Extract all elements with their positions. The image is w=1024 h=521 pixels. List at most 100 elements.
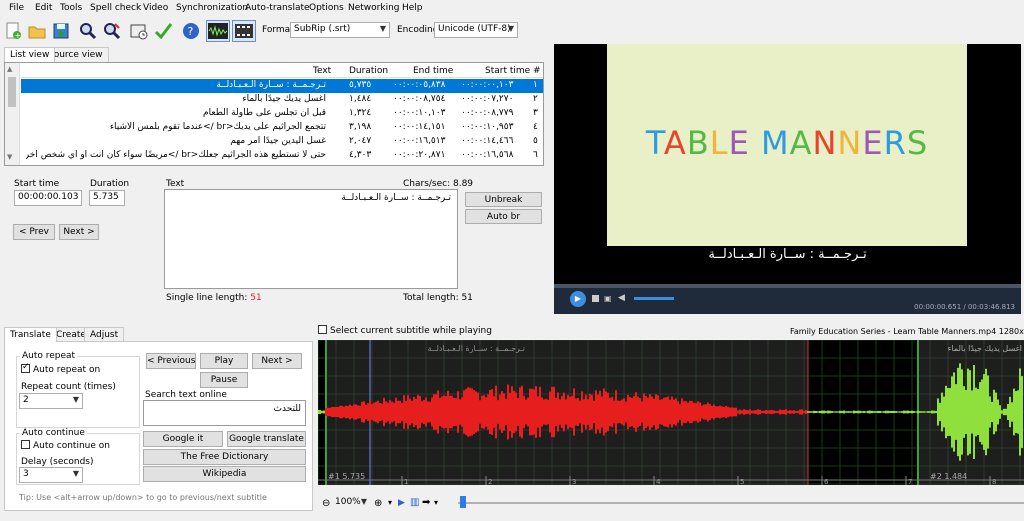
menu-help[interactable]: Help <box>402 3 423 13</box>
zoom-in-icon[interactable]: ⊕ <box>374 498 382 509</box>
free-dictionary-button[interactable]: The Free Dictionary <box>143 449 306 465</box>
format-select[interactable]: SubRip (.srt) ▼ <box>290 22 390 38</box>
row-number: ٢ <box>533 94 538 104</box>
table-row[interactable]: تتجمع الجراثيم على يديك<br />عندما تقوم … <box>21 121 543 135</box>
zoom-out-icon[interactable]: ⊖ <box>322 498 330 509</box>
grid-icon[interactable]: ▥ <box>410 497 419 508</box>
text-label: Text <box>166 179 185 189</box>
spell-check-icon[interactable] <box>152 20 174 42</box>
auto-repeat-label: Auto repeat <box>20 351 78 361</box>
save-icon[interactable] <box>50 20 72 42</box>
table-row[interactable]: قبل أن تجلس على طاولة الطعام ١,٣٢٤ ٠٠:٠٠:١… <box>21 107 543 121</box>
video-subtitle: تـرجـمــة : ســارة الـعـبـادلــة <box>708 247 867 262</box>
new-file-icon[interactable]: + <box>2 20 24 42</box>
header-number[interactable]: # <box>533 66 541 76</box>
list-scrollbar[interactable]: ▲ ▼ <box>5 63 20 165</box>
help-icon[interactable]: ? <box>180 20 202 42</box>
waveform-toggle-icon[interactable] <box>206 20 230 42</box>
table-row[interactable]: غسل اليدين جيدًا أمر مهم ٢,٠٤٧ ٠٠:٠٠:١٦,٥١… <box>21 135 543 149</box>
row-number: ١ <box>533 80 538 90</box>
play-icon[interactable]: ▶ <box>570 291 586 307</box>
editor-text: تـرجـمــة : ســارة الـعـبـادلــة <box>341 193 451 203</box>
insert-subtitle-icon[interactable]: ➡ <box>422 497 430 508</box>
repeat-count-select[interactable]: 2 ▼ <box>19 393 83 409</box>
scroll-up-icon[interactable]: ▲ <box>7 65 17 73</box>
header-text[interactable]: Text <box>313 66 331 76</box>
menu-spell-check[interactable]: Spell check <box>90 3 141 13</box>
open-folder-icon[interactable] <box>26 20 48 42</box>
volume-slider[interactable] <box>634 297 674 300</box>
header-end-time[interactable]: End time <box>413 66 453 76</box>
video-file-info: Family Education Series - Learn Table Ma… <box>790 327 1024 336</box>
next-button[interactable]: Next > <box>59 224 99 240</box>
video-player[interactable]: TABLE MANNERS تـرجـمــة : ســارة الـعـبـ… <box>554 44 1021 314</box>
menu-tools[interactable]: Tools <box>60 3 82 13</box>
row-start-time: ٠٠:٠٠:١٠,٩٥٣ <box>461 122 514 132</box>
fullscreen-icon[interactable]: ▣ <box>604 294 614 303</box>
visual-sync-icon[interactable] <box>128 20 150 42</box>
menu-file[interactable]: File <box>9 3 24 13</box>
title-letter: N <box>837 124 863 162</box>
zoom-select[interactable]: 100% ▼ <box>332 496 370 511</box>
menu-video[interactable]: Video <box>143 3 168 13</box>
zoom-dropdown-icon[interactable]: ▾ <box>388 498 392 507</box>
tab-list-view[interactable]: List view <box>4 47 56 62</box>
unbreak-button[interactable]: Unbreak <box>465 192 542 207</box>
svg-text:?: ? <box>188 25 194 38</box>
delay-select[interactable]: 3 ▼ <box>19 467 83 483</box>
wikipedia-button[interactable]: Wikipedia <box>143 466 306 482</box>
insert-dropdown-icon[interactable]: ▾ <box>434 498 438 507</box>
row-end-time: ٠٠:٠٠:١٠,١٠٣ <box>393 108 446 118</box>
table-row[interactable]: تـرجـمــة : ســارة الـعـبـادلــة ٥,٧٣٥ ٠٠:… <box>21 79 543 93</box>
table-row[interactable]: حتى لا تستطيع هذه الجراثيم جعلك<br />مري… <box>21 149 543 163</box>
find-icon[interactable] <box>77 20 99 42</box>
menu-options[interactable]: Options <box>309 3 344 13</box>
select-current-checkbox[interactable]: Select current subtitle while playing <box>318 325 492 336</box>
pause-button[interactable]: Pause <box>200 372 248 388</box>
tab-translate[interactable]: Translate <box>4 327 57 342</box>
waveform-position-track[interactable] <box>458 502 1024 504</box>
menu-edit[interactable]: Edit <box>35 3 52 13</box>
next-button-translate[interactable]: Next > <box>252 353 302 369</box>
header-duration[interactable]: Duration <box>349 66 388 76</box>
prev-button[interactable]: < Prev <box>13 224 55 240</box>
subtitle-list[interactable]: ▲ ▼ Text Duration End time Start time # … <box>4 62 544 166</box>
table-row[interactable]: اغسل يديك جيدًا بالماء ١,٤٨٤ ٠٠:٠٠:٠٨,٧٥٤ ٠… <box>21 93 543 107</box>
duration-field[interactable]: 5.735 <box>89 190 125 206</box>
video-toggle-icon[interactable] <box>232 20 256 42</box>
menu-networking[interactable]: Networking <box>348 3 400 13</box>
menu-auto-translate[interactable]: Auto-translate <box>245 3 310 13</box>
volume-icon[interactable]: ◀ <box>618 293 630 303</box>
search-text-label: Search text online <box>145 390 227 400</box>
replace-icon[interactable] <box>101 20 123 42</box>
scroll-down-icon[interactable]: ▼ <box>7 153 17 161</box>
title-letter: T <box>645 124 664 162</box>
video-seek-bar[interactable] <box>554 284 1021 288</box>
google-translate-button[interactable]: Google translate <box>227 431 306 447</box>
chevron-down-icon: ▼ <box>379 24 386 33</box>
auto-continue-checkbox[interactable]: Auto continue on <box>21 440 110 451</box>
ruler-label: 6 <box>824 478 829 485</box>
tab-adjust[interactable]: Adjust <box>84 327 125 342</box>
row-end-time: ٠٠:٠٠:٢٠,٨٧١ <box>393 150 446 160</box>
auto-br-button[interactable]: Auto br <box>465 209 542 224</box>
play-button[interactable]: Play <box>200 353 248 369</box>
scroll-thumb[interactable] <box>8 77 16 107</box>
encoding-select[interactable]: Unicode (UTF-8) ▼ <box>434 22 518 38</box>
header-start-time[interactable]: Start time <box>485 66 530 76</box>
start-time-field[interactable]: 00:00:00.103 <box>14 190 82 206</box>
stop-icon[interactable] <box>592 295 599 302</box>
previous-button[interactable]: < Previous <box>146 353 196 369</box>
google-it-button[interactable]: Google it <box>143 431 223 447</box>
video-time: 00:00:00.651 / 00:03:46.813 <box>914 303 1015 311</box>
play-selection-icon[interactable]: ▶ <box>398 498 405 508</box>
subtitle-text-editor[interactable]: تـرجـمــة : ســارة الـعـبـادلــة <box>164 189 458 289</box>
search-text-input[interactable]: للتحدث <box>143 400 306 426</box>
row-text: حتى لا تستطيع هذه الجراثيم جعلك<br />مري… <box>26 150 326 160</box>
auto-repeat-checkbox[interactable]: Auto repeat on <box>21 362 100 375</box>
repeat-count-label: Repeat count (times) <box>21 382 116 392</box>
menu-synchronization[interactable]: Synchronization <box>176 3 248 13</box>
title-letter: E <box>862 124 884 162</box>
waveform-position-thumb[interactable] <box>460 496 466 508</box>
audio-waveform[interactable]: 1 2 3 4 5 6 7 8 تـرجـمــة : ســارة الـعـبـادلــ… <box>317 339 1024 486</box>
